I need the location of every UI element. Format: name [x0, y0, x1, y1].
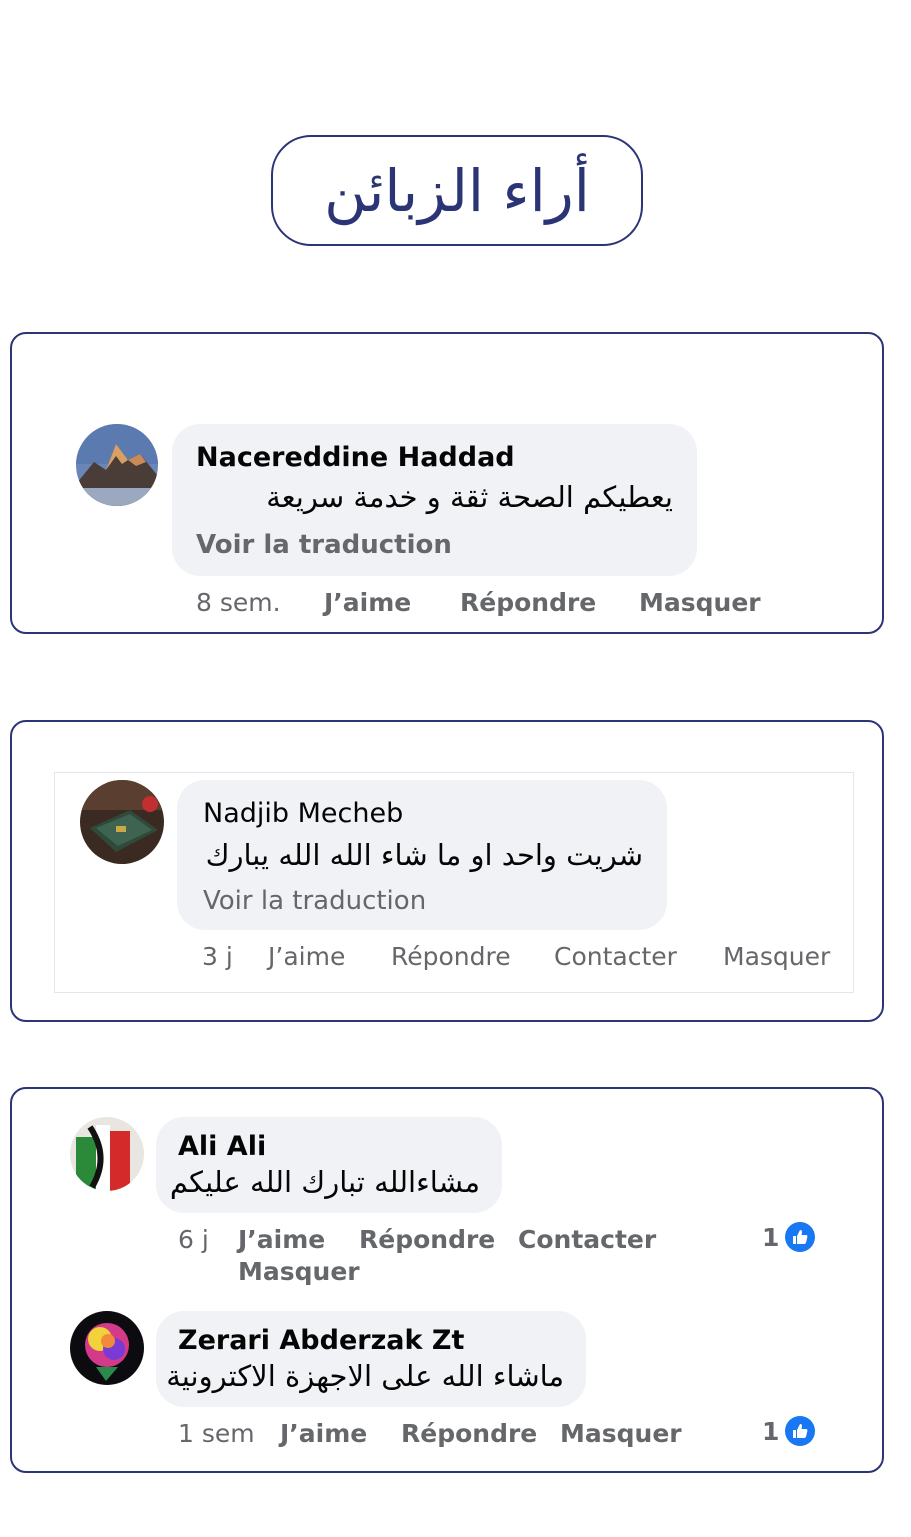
comment-text: يعطيكم الصحة ثقة و خدمة سريعة: [266, 480, 673, 514]
thumbs-up-icon: [785, 1222, 816, 1252]
review-card-1: Nacereddine Haddad يعطيكم الصحة ثقة و خد…: [10, 332, 884, 634]
like-button[interactable]: J’aime: [324, 588, 411, 617]
review-card-2: Nadjib Mecheb شريت واحد او ما شاء الله ا…: [10, 720, 884, 1022]
timestamp[interactable]: 3 j: [202, 942, 233, 971]
like-count: 1: [762, 1222, 780, 1252]
like-button[interactable]: J’aime: [238, 1225, 325, 1254]
comment-bubble: Nacereddine Haddad يعطيكم الصحة ثقة و خد…: [172, 424, 697, 576]
see-translation-link[interactable]: Voir la traduction: [196, 530, 452, 560]
contact-button[interactable]: Contacter: [554, 942, 677, 971]
timestamp[interactable]: 1 sem: [178, 1419, 255, 1448]
page-title: أراء الزبائن: [324, 156, 590, 225]
avatar[interactable]: [76, 424, 158, 506]
avatar[interactable]: [70, 1117, 144, 1191]
hide-button[interactable]: Masquer: [639, 588, 761, 617]
commenter-name[interactable]: Zerari Abderzak Zt: [178, 1325, 464, 1356]
reaction-count[interactable]: 1: [762, 1222, 816, 1252]
thumbs-up-icon: [785, 1416, 816, 1446]
timestamp[interactable]: 6 j: [178, 1225, 209, 1254]
comment-text: ماشاء الله على الاجهزة الاكترونية: [166, 1359, 564, 1393]
hide-button[interactable]: Masquer: [560, 1419, 682, 1448]
commenter-name[interactable]: Nadjib Mecheb: [203, 798, 403, 829]
comment-text: شريت واحد او ما شاء الله الله يبارك: [205, 838, 643, 872]
comment-bubble: Zerari Abderzak Zt ماشاء الله على الاجهز…: [156, 1311, 586, 1407]
comment-bubble: Nadjib Mecheb شريت واحد او ما شاء الله ا…: [177, 780, 667, 930]
like-button[interactable]: J’aime: [280, 1419, 367, 1448]
contact-button[interactable]: Contacter: [518, 1225, 656, 1254]
title-pill: أراء الزبائن: [271, 135, 643, 246]
see-translation-link[interactable]: Voir la traduction: [203, 886, 426, 916]
hide-button[interactable]: Masquer: [238, 1257, 360, 1286]
comment-text: مشاءالله تبارك الله عليكم: [169, 1165, 480, 1199]
like-button[interactable]: J’aime: [268, 942, 345, 971]
avatar[interactable]: [70, 1311, 144, 1385]
comment-bubble: Ali Ali مشاءالله تبارك الله عليكم: [156, 1117, 502, 1213]
commenter-name[interactable]: Ali Ali: [178, 1131, 266, 1162]
reaction-count[interactable]: 1: [762, 1416, 816, 1446]
reply-button[interactable]: Répondre: [391, 942, 511, 971]
hide-button[interactable]: Masquer: [723, 942, 830, 971]
review-card-3: Ali Ali مشاءالله تبارك الله عليكم 6 j J’…: [10, 1087, 884, 1473]
like-count: 1: [762, 1416, 780, 1446]
commenter-name[interactable]: Nacereddine Haddad: [196, 442, 515, 473]
reply-button[interactable]: Répondre: [401, 1419, 537, 1448]
reply-button[interactable]: Répondre: [359, 1225, 495, 1254]
timestamp[interactable]: 8 sem.: [196, 588, 281, 617]
reply-button[interactable]: Répondre: [460, 588, 596, 617]
avatar[interactable]: [80, 780, 164, 864]
